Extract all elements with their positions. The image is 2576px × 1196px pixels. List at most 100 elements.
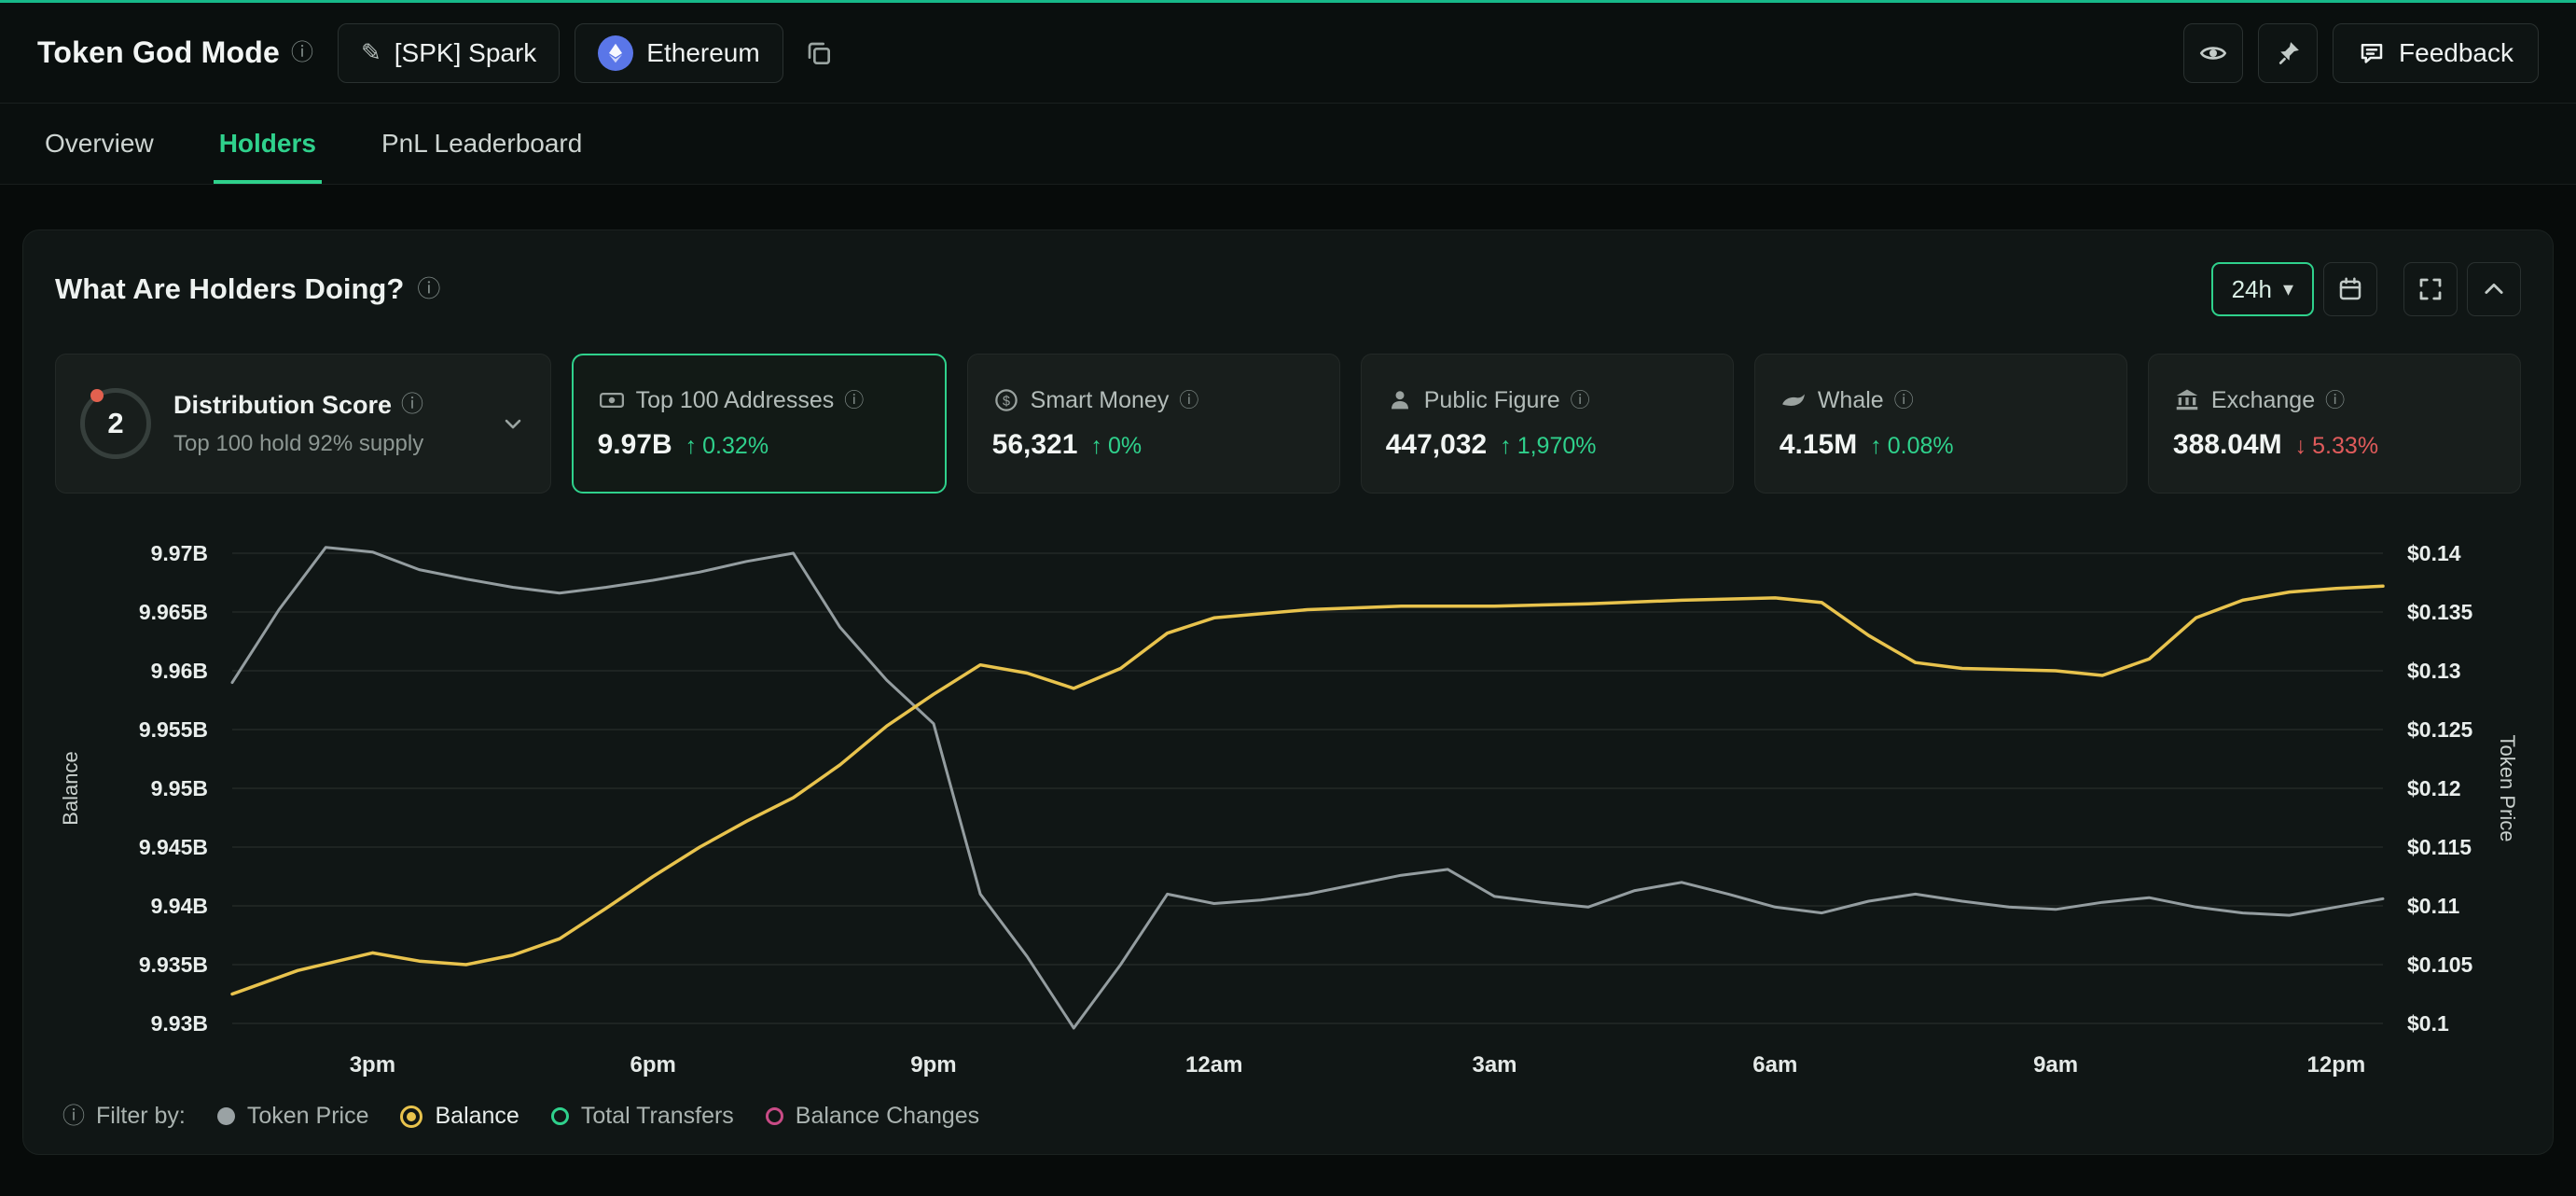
stat-label: Whale <box>1818 387 1884 414</box>
right-axis-tick: $0.13 <box>2407 659 2461 683</box>
info-icon[interactable]: ⓘ <box>62 1106 85 1128</box>
fullscreen-button[interactable] <box>2403 262 2458 316</box>
right-axis-tick: $0.125 <box>2407 717 2473 742</box>
left-axis-tick: 9.945B <box>139 835 208 859</box>
legend-label: Token Price <box>247 1103 369 1130</box>
alert-dot <box>90 389 104 402</box>
distribution-score-value: 2 <box>107 407 123 440</box>
x-axis-tick: 9am <box>2033 1052 2078 1078</box>
stat-change: ↑ 0.08% <box>1870 433 1953 460</box>
info-icon[interactable]: ⓘ <box>291 42 313 64</box>
token-price-dot-icon <box>217 1107 235 1125</box>
stat-label: Top 100 Addresses <box>636 387 835 414</box>
stat-card-public-figure[interactable]: Public Figure ⓘ 447,032 ↑ 1,970% <box>1361 354 1734 494</box>
right-axis-tick: $0.12 <box>2407 776 2461 800</box>
stat-label: Public Figure <box>1424 387 1560 414</box>
tab-pnl-leaderboard[interactable]: PnL Leaderboard <box>376 104 588 184</box>
stat-change: ↑ 0% <box>1090 433 1142 460</box>
legend-item-balance[interactable]: Balance <box>400 1103 519 1130</box>
chevron-down-icon[interactable] <box>500 410 526 437</box>
info-icon[interactable]: ⓘ <box>1179 391 1198 410</box>
tab-pnl-leaderboard-label: PnL Leaderboard <box>381 129 582 159</box>
copy-icon[interactable] <box>804 38 834 68</box>
stat-change: ↑ 1,970% <box>1500 433 1596 460</box>
legend-item-balance-changes[interactable]: Balance Changes <box>766 1103 979 1130</box>
svg-text:$: $ <box>1003 394 1010 409</box>
filter-by: ⓘ Filter by: <box>62 1103 186 1130</box>
chart-area: 9.97B9.965B9.96B9.955B9.95B9.945B9.94B9.… <box>55 525 2521 1090</box>
stat-change-pct: 1,970% <box>1517 433 1597 460</box>
chain-selector-button[interactable]: Ethereum <box>575 23 782 83</box>
calendar-button[interactable] <box>2323 262 2377 316</box>
legend-item-total-transfers[interactable]: Total Transfers <box>551 1103 734 1130</box>
stats-row: 2 Distribution Score ⓘ Top 100 hold 92% … <box>55 354 2521 494</box>
legend-label: Balance <box>435 1103 519 1130</box>
stat-card-smart-money[interactable]: $ Smart Money ⓘ 56,321 ↑ 0% <box>967 354 1340 494</box>
stat-card-exchange[interactable]: Exchange ⓘ 388.04M ↓ 5.33% <box>2148 354 2521 494</box>
feedback-button[interactable]: Feedback <box>2333 23 2539 83</box>
ethereum-icon <box>598 35 633 71</box>
collapse-button[interactable] <box>2467 262 2521 316</box>
right-axis-tick: $0.1 <box>2407 1011 2449 1036</box>
legend-label: Total Transfers <box>581 1103 734 1130</box>
stat-change-pct: 0.08% <box>1888 433 1954 460</box>
x-axis-tick: 12pm <box>2307 1052 2366 1078</box>
info-icon[interactable]: ⓘ <box>844 391 864 410</box>
stat-card-distribution-score[interactable]: 2 Distribution Score ⓘ Top 100 hold 92% … <box>55 354 551 494</box>
tab-holders-label: Holders <box>219 129 316 159</box>
stat-change-pct: 5.33% <box>2312 433 2378 460</box>
total-transfers-dot-icon <box>551 1107 569 1125</box>
tab-overview[interactable]: Overview <box>39 104 159 184</box>
down-arrow-icon: ↓ <box>2295 433 2307 460</box>
legend-label: Balance Changes <box>796 1103 979 1130</box>
info-icon[interactable]: ⓘ <box>2325 391 2345 410</box>
left-axis-title: Balance <box>59 751 82 826</box>
stat-change: ↑ 0.32% <box>686 433 769 460</box>
panel-controls: 24h ▾ <box>2211 262 2521 316</box>
right-axis-title: Token Price <box>2496 735 2519 842</box>
main-content: What Are Holders Doing? ⓘ 24h ▾ <box>0 185 2576 1177</box>
topbar: Token God Mode ⓘ ✎ [SPK] Spark Ethereum <box>0 3 2576 104</box>
left-axis-tick: 9.93B <box>151 1011 208 1036</box>
legend-item-token-price[interactable]: Token Price <box>217 1103 369 1130</box>
person-icon <box>1386 386 1414 414</box>
right-axis-tick: $0.115 <box>2407 835 2472 859</box>
info-icon[interactable]: ⓘ <box>401 394 423 416</box>
left-axis-tick: 9.97B <box>151 541 208 565</box>
panel-title: What Are Holders Doing? <box>55 272 404 306</box>
left-axis-tick: 9.965B <box>139 600 208 624</box>
left-axis-tick: 9.95B <box>151 776 208 800</box>
timeframe-dropdown[interactable]: 24h ▾ <box>2211 262 2314 316</box>
token-selector-label: [SPK] Spark <box>395 38 537 68</box>
holders-panel: What Are Holders Doing? ⓘ 24h ▾ <box>22 229 2554 1155</box>
up-arrow-icon: ↑ <box>1500 433 1512 460</box>
pin-button[interactable] <box>2258 23 2318 83</box>
stat-label: Smart Money <box>1031 387 1170 414</box>
stat-change: ↓ 5.33% <box>2295 433 2378 460</box>
banknote-icon <box>598 386 626 414</box>
pencil-icon: ✎ <box>361 38 381 67</box>
stat-label: Exchange <box>2211 387 2315 414</box>
distribution-score-gauge: 2 <box>80 388 151 459</box>
info-icon[interactable]: ⓘ <box>1894 391 1914 410</box>
holders-chart[interactable]: 9.97B9.965B9.96B9.955B9.95B9.945B9.94B9.… <box>55 525 2523 1085</box>
panel-header: What Are Holders Doing? ⓘ 24h ▾ <box>55 262 2521 316</box>
token-god-mode-page: Token God Mode ⓘ ✎ [SPK] Spark Ethereum <box>0 0 2576 1196</box>
x-axis-tick: 3pm <box>350 1052 395 1078</box>
left-axis-tick: 9.955B <box>139 717 208 742</box>
info-icon[interactable]: ⓘ <box>1571 391 1590 410</box>
tab-holders[interactable]: Holders <box>214 104 322 184</box>
stat-card-whale[interactable]: Whale ⓘ 4.15M ↑ 0.08% <box>1754 354 2127 494</box>
token-selector-button[interactable]: ✎ [SPK] Spark <box>338 23 560 83</box>
page-title: Token God Mode <box>37 35 280 70</box>
stat-card-top-100-addresses[interactable]: Top 100 Addresses ⓘ 9.97B ↑ 0.32% <box>572 354 947 494</box>
right-axis-tick: $0.135 <box>2407 600 2473 624</box>
stat-value: 56,321 <box>992 429 1078 461</box>
tab-overview-label: Overview <box>45 129 154 159</box>
stat-value: 9.97B <box>598 429 672 461</box>
watch-button[interactable] <box>2183 23 2243 83</box>
info-icon[interactable]: ⓘ <box>417 278 440 301</box>
chain-selector-label: Ethereum <box>646 38 759 68</box>
timeframe-value: 24h <box>2232 275 2272 304</box>
stat-value: 4.15M <box>1780 429 1857 461</box>
